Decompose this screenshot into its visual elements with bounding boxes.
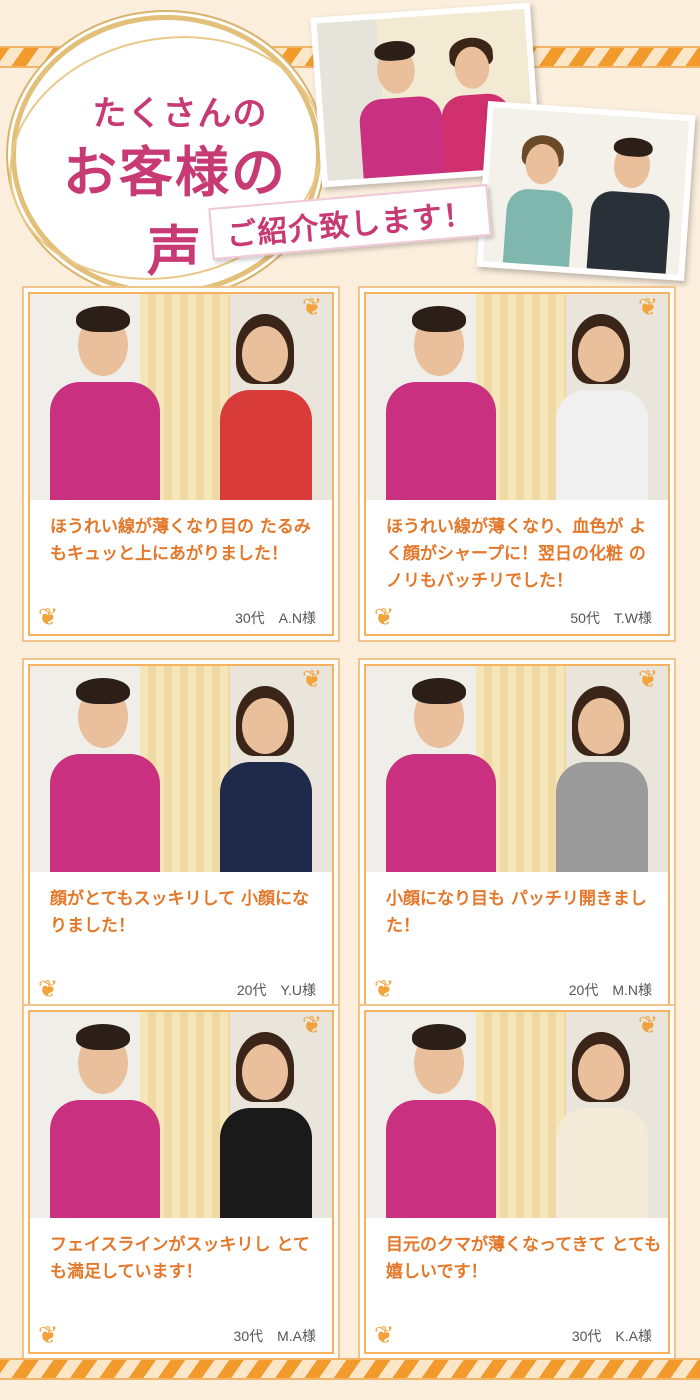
testimonial-signature: 20代 Y.U様: [236, 982, 316, 998]
testimonial-photo: [30, 294, 332, 500]
header-photo-2: [476, 100, 696, 282]
corner-ornament-icon: ❦: [301, 665, 323, 693]
testimonial-card: ❦ フェイスラインがスッキリし とても満足しています！ 30代 M.A様 ❦: [22, 1004, 340, 1360]
corner-ornament-icon: ❦: [37, 603, 59, 631]
corner-ornament-icon: ❦: [373, 975, 395, 1003]
testimonial-signature: 30代 K.A様: [571, 1328, 652, 1344]
testimonial-quote: ほうれい線が薄くなり、血色が よく顔がシャープに！翌日の化粧 のノリもバッチリで…: [386, 517, 647, 591]
testimonial-signature: 50代 T.W様: [570, 610, 652, 626]
testimonial-photo: [366, 1012, 668, 1218]
testimonial-card: ❦ ほうれい線が薄くなり、血色が よく顔がシャープに！翌日の化粧 のノリもバッチ…: [358, 286, 676, 642]
testimonial-card: ❦ 目元のクマが薄くなってきて とても嬉しいです！ 30代 K.A様 ❦: [358, 1004, 676, 1360]
testimonial-signature: 20代 M.N様: [568, 982, 652, 998]
testimonial-quote: ほうれい線が薄くなり目の たるみもキュッと上にあがりました！: [50, 517, 311, 564]
testimonial-signature: 30代 M.A様: [233, 1328, 316, 1344]
corner-ornament-icon: ❦: [637, 293, 659, 321]
testimonial-photo: [366, 666, 668, 872]
bottom-stripe-border: [0, 1358, 700, 1380]
testimonial-card: ❦ 小顔になり目も パッチリ開きました！ 20代 M.N様 ❦: [358, 658, 676, 1014]
testimonial-quote: フェイスラインがスッキリし とても満足しています！: [50, 1235, 310, 1282]
testimonial-signature: 30代 A.N様: [235, 610, 316, 626]
testimonial-photo: [366, 294, 668, 500]
testimonial-quote: 小顔になり目も パッチリ開きました！: [386, 889, 647, 936]
testimonial-card: ❦ 顔がとてもスッキリして 小顔になりました！ 20代 Y.U様 ❦: [22, 658, 340, 1014]
corner-ornament-icon: ❦: [637, 1011, 659, 1039]
corner-ornament-icon: ❦: [37, 975, 59, 1003]
testimonial-quote: 顔がとてもスッキリして 小顔になりました！: [50, 889, 310, 936]
corner-ornament-icon: ❦: [637, 665, 659, 693]
testimonial-quote: 目元のクマが薄くなってきて とても嬉しいです！: [386, 1235, 662, 1282]
corner-ornament-icon: ❦: [373, 603, 395, 631]
testimonial-card: ❦ ほうれい線が薄くなり目の たるみもキュッと上にあがりました！ 30代 A.N…: [22, 286, 340, 642]
corner-ornament-icon: ❦: [373, 1321, 395, 1349]
corner-ornament-icon: ❦: [301, 1011, 323, 1039]
corner-ornament-icon: ❦: [37, 1321, 59, 1349]
testimonial-photo: [30, 666, 332, 872]
corner-ornament-icon: ❦: [301, 293, 323, 321]
testimonial-photo: [30, 1012, 332, 1218]
